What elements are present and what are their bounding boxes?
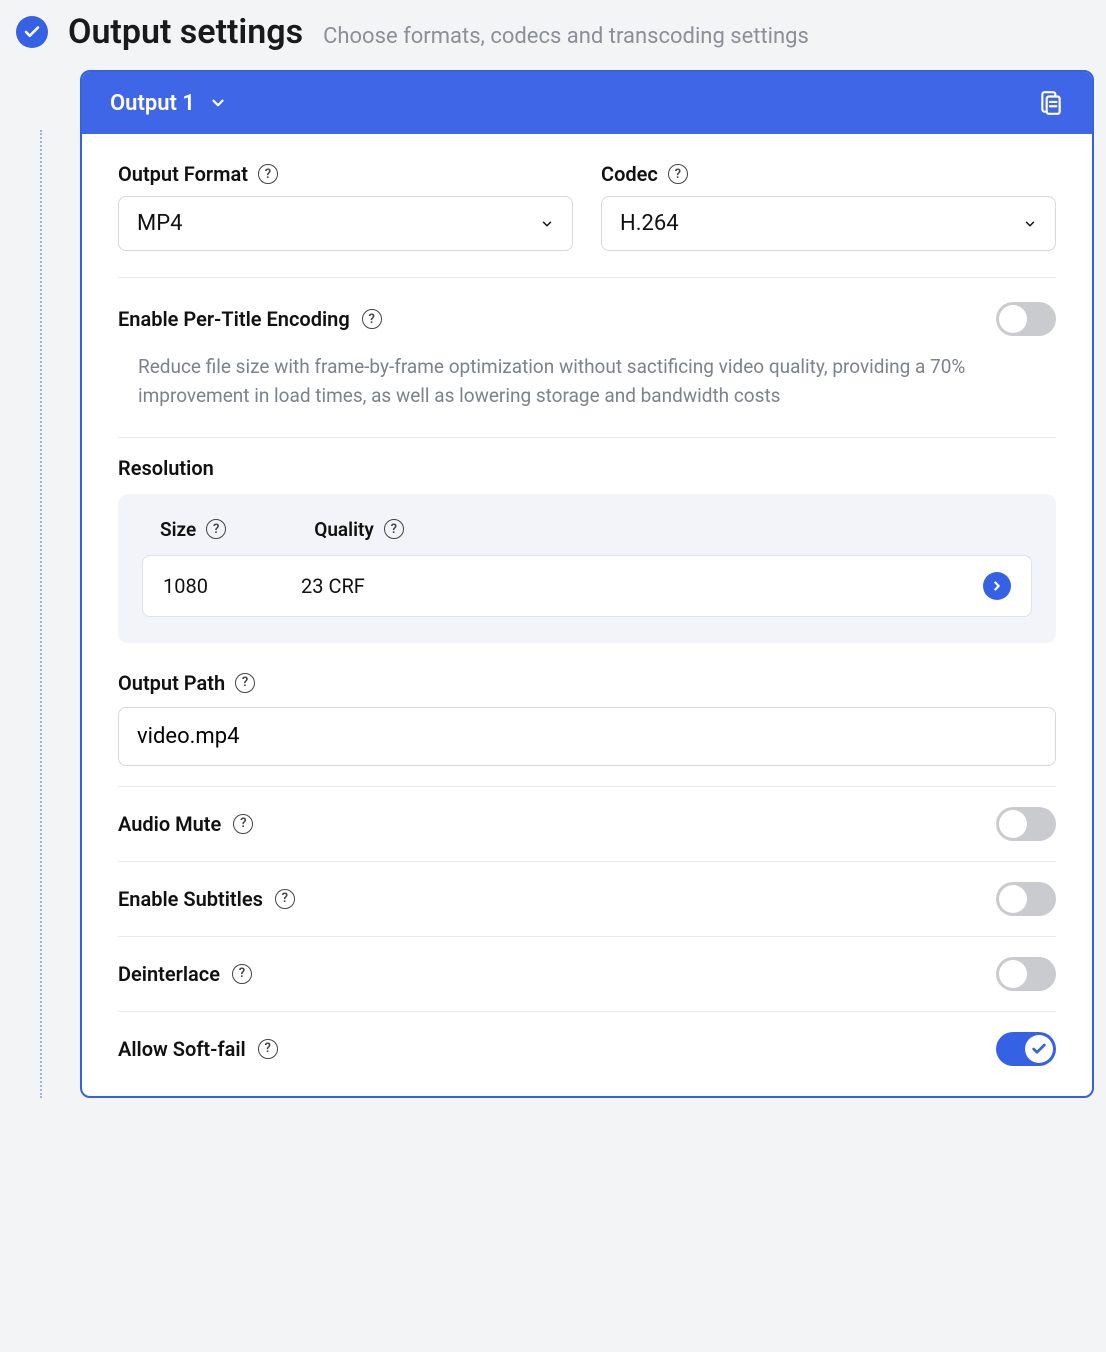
output-tab-label: Output 1 — [110, 91, 195, 116]
card-header: Output 1 — [82, 72, 1092, 134]
output-tab-selector[interactable]: Output 1 — [110, 91, 227, 116]
divider — [118, 277, 1056, 278]
help-icon[interactable]: ? — [384, 519, 404, 539]
deinterlace-label: Deinterlace — [118, 962, 220, 986]
output-path-field: Output Path ? — [118, 671, 1056, 766]
chevron-down-icon — [1023, 217, 1037, 231]
page-subtitle: Choose formats, codecs and transcoding s… — [323, 24, 809, 49]
help-icon[interactable]: ? — [258, 164, 278, 184]
output-path-label: Output Path — [118, 671, 225, 695]
soft-fail-label: Allow Soft-fail — [118, 1037, 246, 1061]
per-title-toggle[interactable] — [996, 302, 1056, 336]
subtitles-label: Enable Subtitles — [118, 887, 263, 911]
output-path-input[interactable] — [118, 707, 1056, 766]
page-header: Output settings Choose formats, codecs a… — [12, 12, 1094, 52]
help-icon[interactable]: ? — [206, 519, 226, 539]
page-title: Output settings — [68, 12, 303, 52]
chevron-down-icon — [209, 94, 227, 112]
output-format-select[interactable]: MP4 — [118, 196, 573, 251]
resolution-title: Resolution — [118, 456, 1056, 480]
audio-mute-label: Audio Mute — [118, 812, 221, 836]
codec-field: Codec ? H.264 — [601, 162, 1056, 251]
audio-mute-toggle[interactable] — [996, 807, 1056, 841]
copy-icon[interactable] — [1038, 90, 1064, 116]
resolution-box: Size? Quality? 1080 23 CRF — [118, 494, 1056, 643]
resolution-quality-header: Quality — [314, 518, 374, 541]
output-format-label: Output Format — [118, 162, 248, 186]
help-icon[interactable]: ? — [362, 309, 382, 329]
resolution-size-header: Size — [160, 518, 196, 541]
per-title-label: Enable Per-Title Encoding — [118, 307, 350, 331]
output-format-field: Output Format ? MP4 — [118, 162, 573, 251]
resolution-quality-value: 23 CRF — [301, 574, 983, 598]
help-icon[interactable]: ? — [258, 1039, 278, 1059]
per-title-description: Reduce file size with frame-by-frame opt… — [118, 336, 1056, 437]
soft-fail-toggle[interactable] — [996, 1032, 1056, 1066]
arrow-right-icon — [983, 572, 1011, 600]
subtitles-toggle[interactable] — [996, 882, 1056, 916]
codec-value: H.264 — [620, 211, 679, 236]
output-format-value: MP4 — [137, 211, 182, 236]
output-card: Output 1 Output Format ? MP4 — [80, 70, 1094, 1098]
help-icon[interactable]: ? — [233, 814, 253, 834]
help-icon[interactable]: ? — [232, 964, 252, 984]
help-icon[interactable]: ? — [668, 164, 688, 184]
codec-select[interactable]: H.264 — [601, 196, 1056, 251]
check-circle-icon — [16, 16, 48, 48]
step-connector-line — [40, 130, 42, 1098]
resolution-size-value: 1080 — [163, 574, 301, 598]
chevron-down-icon — [540, 217, 554, 231]
help-icon[interactable]: ? — [275, 889, 295, 909]
help-icon[interactable]: ? — [235, 673, 255, 693]
deinterlace-toggle[interactable] — [996, 957, 1056, 991]
codec-label: Codec — [601, 162, 658, 186]
resolution-row[interactable]: 1080 23 CRF — [142, 555, 1032, 617]
